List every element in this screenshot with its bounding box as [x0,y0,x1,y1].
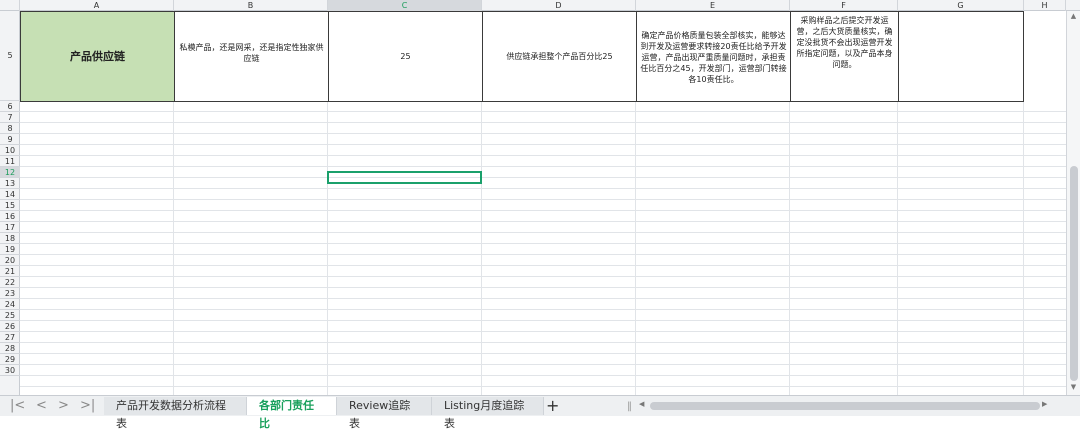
column-header-c[interactable]: C [328,0,482,11]
scroll-down-icon[interactable]: ▼ [1067,383,1080,391]
scroll-right-icon[interactable]: ▶ [1042,400,1047,408]
row-header[interactable]: 21 [0,266,20,277]
row-header[interactable]: 14 [0,189,20,200]
row-header[interactable]: 24 [0,299,20,310]
row-header[interactable]: 20 [0,255,20,266]
gridline [20,386,1066,387]
gridline [20,144,1066,145]
gridline [20,331,1066,332]
gridline [20,122,1066,123]
prev-sheet-icon[interactable]: < [36,398,47,413]
next-sheet-icon[interactable]: > [58,398,69,413]
gridline [20,287,1066,288]
gridline [20,320,1066,321]
cell-d5[interactable]: 供应链承担整个产品百分比25 [482,11,637,102]
row-header[interactable]: 18 [0,233,20,244]
vertical-scrollbar[interactable]: ▲ ▼ [1066,11,1080,395]
gridline [20,276,1066,277]
row-header[interactable]: 11 [0,156,20,167]
gridline [20,111,1066,112]
column-header-g[interactable]: G [898,0,1024,11]
cell-b5[interactable]: 私模产品，还是网采，还是指定性独家供应链 [174,11,329,102]
cell-grid[interactable]: 产品供应链 私模产品，还是网采，还是指定性独家供应链 25 供应链承担整个产品百… [20,11,1066,395]
gridline [20,155,1066,156]
horizontal-scroll-thumb[interactable] [650,402,1040,410]
row-header[interactable]: 29 [0,354,20,365]
gridline [20,265,1066,266]
gridline [20,199,1066,200]
gridline [20,188,1066,189]
gridline [20,166,1066,167]
gridline [20,342,1066,343]
row-header[interactable]: 30 [0,365,20,376]
cell-a5[interactable]: 产品供应链 [20,11,175,102]
gridline [20,309,1066,310]
row-header[interactable]: 7 [0,112,20,123]
row-header[interactable]: 23 [0,288,20,299]
row-header[interactable]: 17 [0,222,20,233]
tab-review-tracking[interactable]: Review追踪表 [337,397,432,430]
tab-product-dev-analysis[interactable]: 产品开发数据分析流程表 [104,397,247,430]
column-header-h[interactable]: H [1024,0,1066,11]
vertical-scroll-thumb[interactable] [1070,166,1078,381]
row-header[interactable]: 22 [0,277,20,288]
column-header-e[interactable]: E [636,0,790,11]
row-header[interactable]: 19 [0,244,20,255]
cell-f5[interactable]: 采购样品之后提交开发运营，之后大货质量核实，确定没批货不会出现运营开发所指定问题… [790,11,899,102]
cell-g5[interactable] [898,11,1024,102]
last-sheet-icon[interactable]: >| [80,398,95,413]
sheet-tab-bar: |< < > >| 产品开发数据分析流程表 各部门责任比 Review追踪表 L… [0,395,1080,430]
selected-cell-c12[interactable] [327,171,482,184]
select-all-corner[interactable] [0,0,20,11]
column-header-f[interactable]: F [790,0,898,11]
add-sheet-icon[interactable]: + [546,396,559,415]
row-header[interactable]: 28 [0,343,20,354]
tab-splitter-handle[interactable]: ‖ [627,401,632,412]
gridline [20,353,1066,354]
row-header[interactable]: 15 [0,200,20,211]
gridline [20,375,1066,376]
tab-listing-monthly-tracking[interactable]: Listing月度追踪表 [432,397,544,430]
column-header-d[interactable]: D [482,0,636,11]
horizontal-scrollbar[interactable]: ◀ ▶ [636,400,1056,412]
gridline [20,232,1066,233]
row-header[interactable]: 27 [0,332,20,343]
row-header[interactable]: 13 [0,178,20,189]
gridline [20,221,1066,222]
row-header[interactable]: 8 [0,123,20,134]
gridline [20,254,1066,255]
gridline [20,298,1066,299]
column-header-bar: A B C D E F G H [0,0,1080,11]
row-header[interactable]: 25 [0,310,20,321]
row-header-5[interactable]: 5 [0,11,20,101]
tab-department-responsibility[interactable]: 各部门责任比 [247,397,337,430]
column-header-a[interactable]: A [20,0,174,11]
gridline [20,133,1066,134]
row-header[interactable]: 16 [0,211,20,222]
gridline [20,210,1066,211]
cell-c5[interactable]: 25 [328,11,483,102]
row-header[interactable]: 6 [0,101,20,112]
row-header-bar: 5 6 7 8 9 10 11 12 13 14 15 16 17 18 19 … [0,11,20,395]
row-header-selected[interactable]: 12 [0,167,20,178]
scroll-up-icon[interactable]: ▲ [1067,12,1080,20]
column-header-b[interactable]: B [174,0,328,11]
gridline [20,364,1066,365]
gridline [20,243,1066,244]
row-header[interactable]: 26 [0,321,20,332]
row-header[interactable]: 10 [0,145,20,156]
gridline [20,177,1066,178]
cell-e5[interactable]: 确定产品价格质量包装全部核实，能够达到开发及运营要求转接20责任比给予开发运营，… [636,11,791,102]
row-header[interactable]: 9 [0,134,20,145]
scroll-left-icon[interactable]: ◀ [639,400,644,408]
first-sheet-icon[interactable]: |< [10,398,25,413]
